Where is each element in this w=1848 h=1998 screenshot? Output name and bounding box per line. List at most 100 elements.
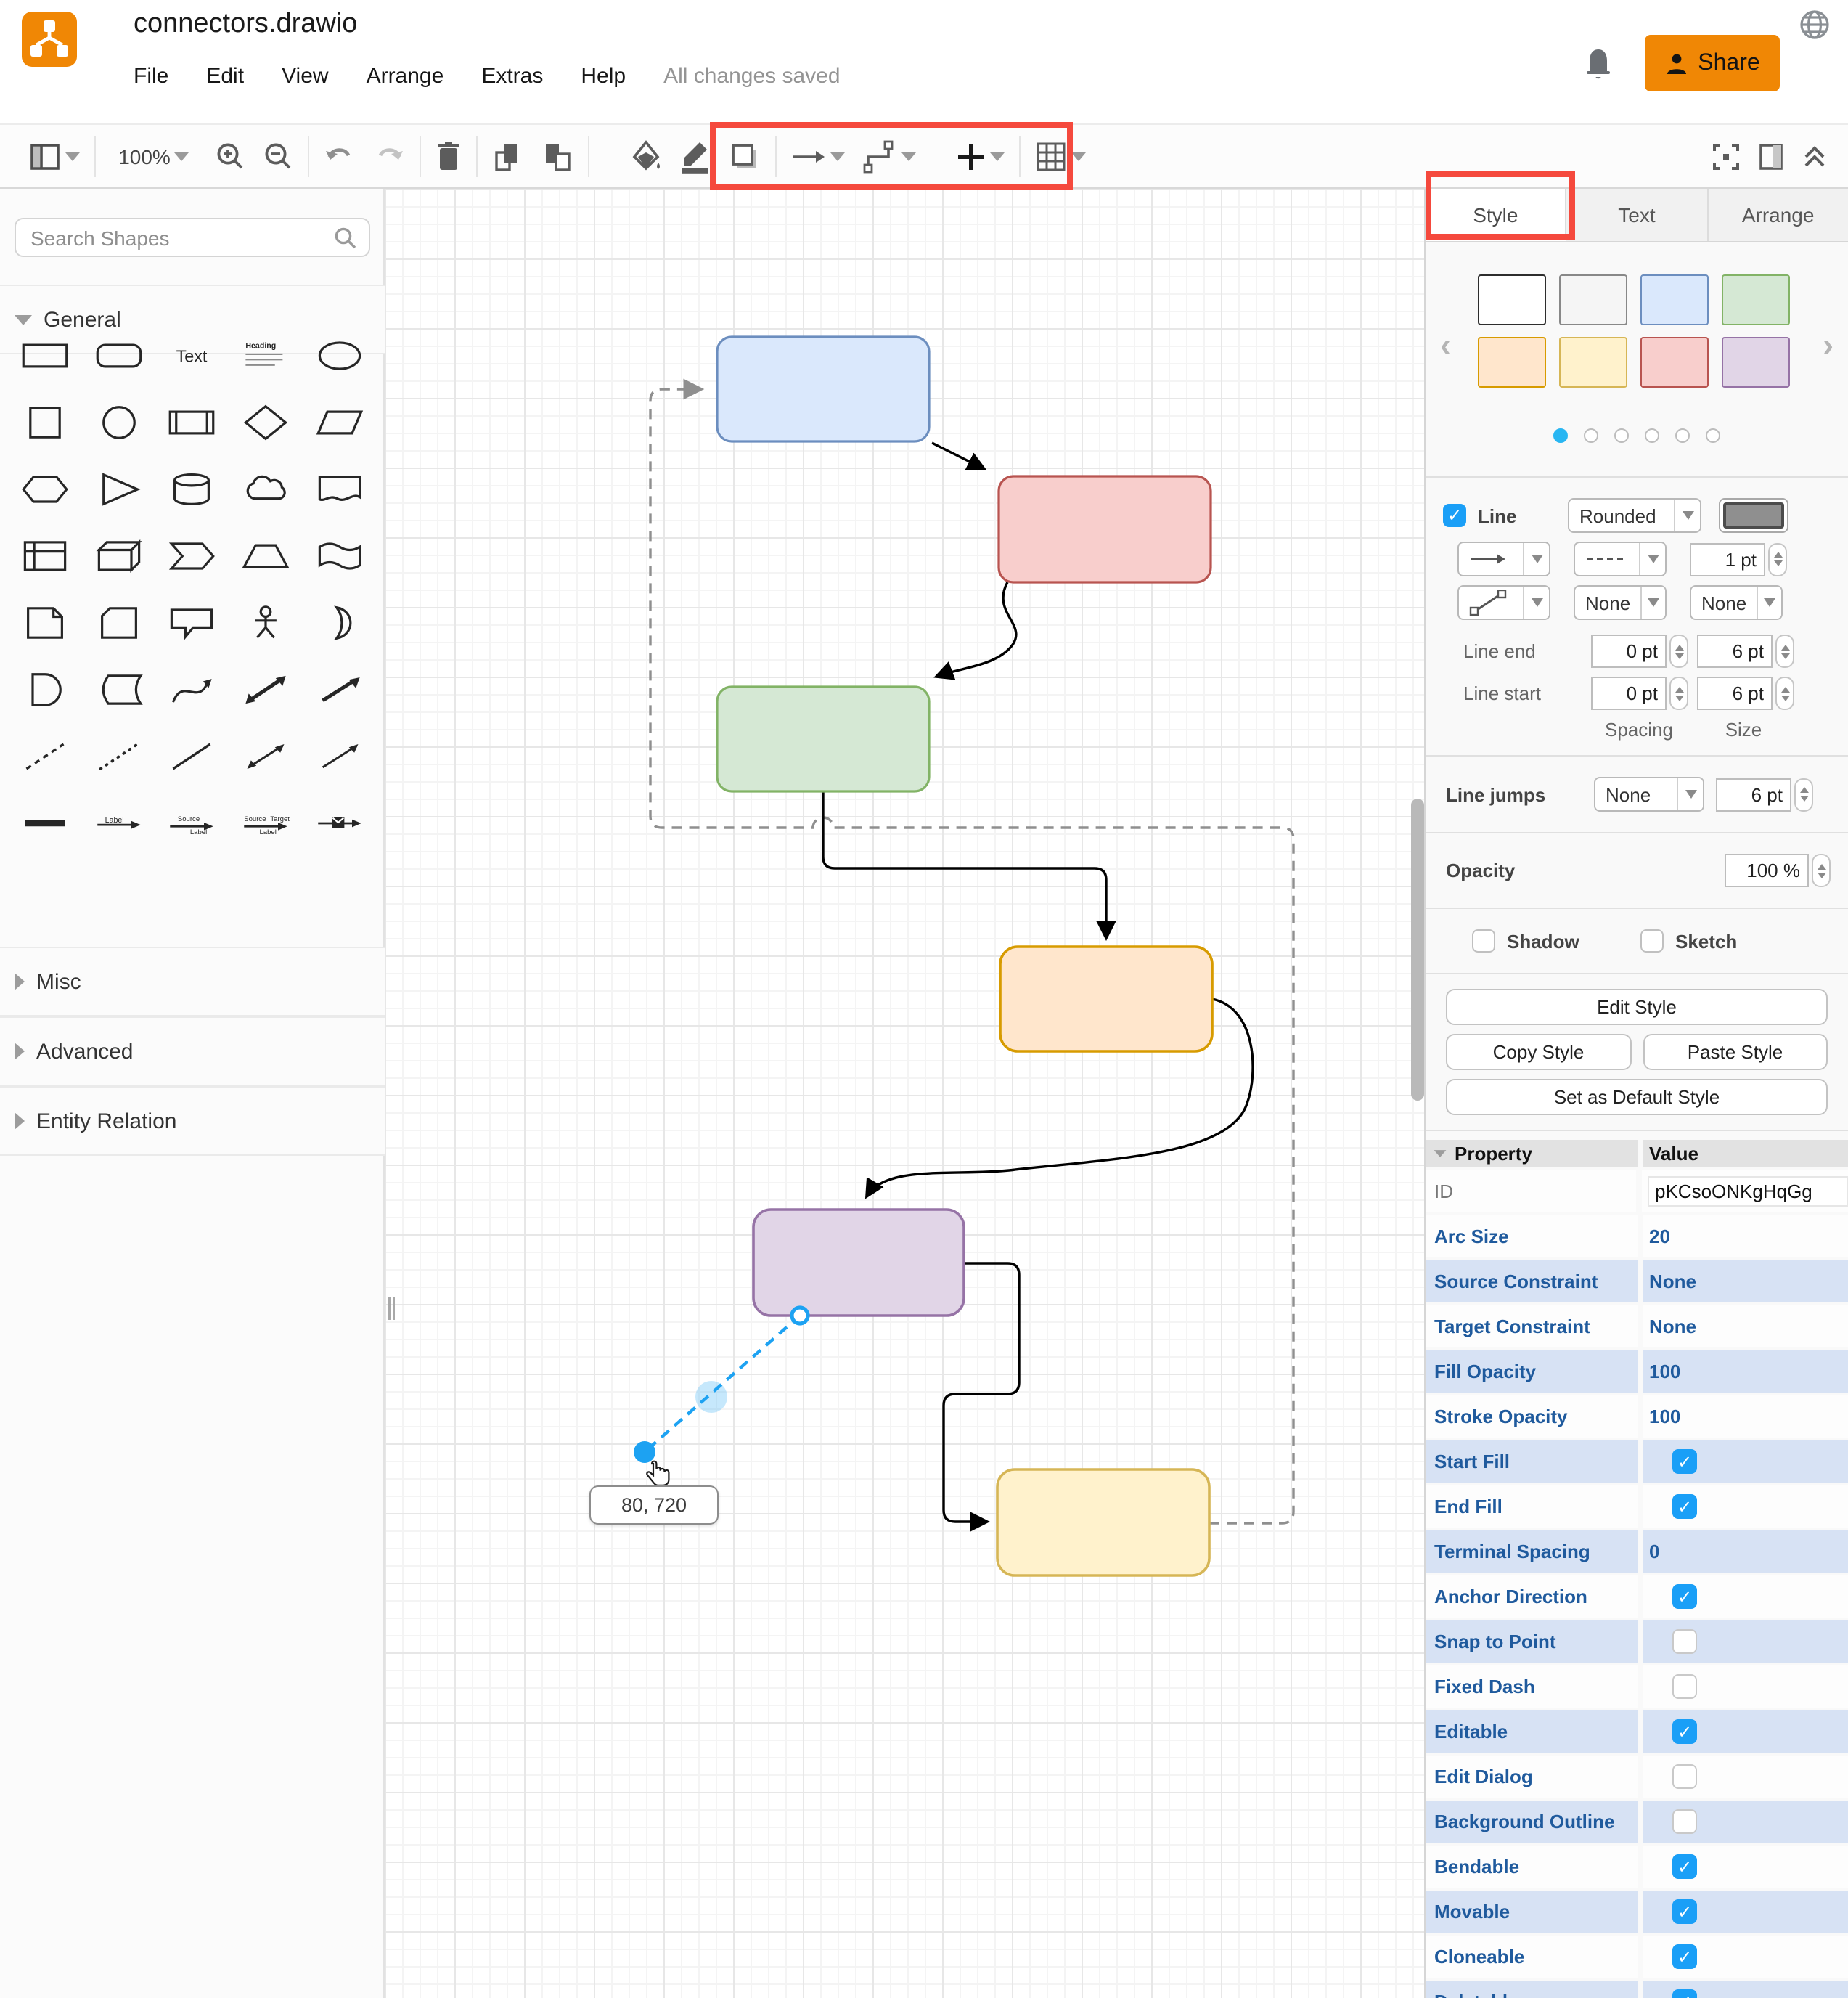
shape-document[interactable] (303, 456, 376, 523)
preset-page-dot-4[interactable] (1645, 428, 1659, 443)
shape-diamond[interactable] (229, 389, 303, 456)
style-preset-swatch-2-2[interactable] (1559, 337, 1627, 388)
shape-card[interactable] (82, 590, 155, 656)
property-value[interactable] (1643, 1756, 1848, 1798)
edge-green-to-orange[interactable] (822, 791, 1116, 942)
node-orange[interactable] (999, 945, 1214, 1053)
shape-label-arrow[interactable]: Label (82, 790, 155, 857)
property-checkbox[interactable]: ✓ (1672, 1899, 1697, 1924)
shape-arrow-with-box[interactable] (303, 790, 376, 857)
shape-search[interactable] (15, 218, 370, 257)
shape-source-target-arrow[interactable]: Source Label Target (229, 790, 303, 857)
property-value[interactable]: ✓ (1643, 1936, 1848, 1978)
line-start-spacing-field[interactable] (1591, 677, 1688, 710)
zoom-level-dropdown[interactable]: 100% (102, 133, 206, 179)
property-value[interactable]: ✓ (1643, 1440, 1848, 1483)
style-preset-swatch-1-4[interactable] (1722, 274, 1790, 325)
menu-view[interactable]: View (282, 64, 329, 89)
shape-cylinder[interactable] (155, 456, 229, 523)
sidebar-section-misc[interactable]: Misc (0, 947, 385, 1016)
shape-line[interactable] (155, 723, 229, 790)
line-start-style-dropdown[interactable]: None (1574, 585, 1667, 620)
property-value[interactable]: ✓ (1643, 1575, 1848, 1618)
shape-bidirectional-arrow[interactable] (229, 656, 303, 723)
menu-help[interactable]: Help (581, 64, 626, 89)
edit-style-button[interactable]: Edit Style (1446, 989, 1828, 1025)
view-panels-button[interactable] (20, 133, 89, 179)
property-value[interactable]: 100 (1643, 1395, 1848, 1438)
property-value[interactable]: pKCsoONKgHqGg (1642, 1170, 1848, 1212)
arrow-style-dropdown[interactable] (1457, 542, 1550, 576)
shape-curve[interactable] (155, 656, 229, 723)
shape-data-storage[interactable] (82, 656, 155, 723)
line-jumps-dropdown[interactable]: None (1594, 777, 1704, 812)
menu-arrange[interactable]: Arrange (367, 64, 444, 89)
canvas-vertical-scrollbar[interactable] (1411, 799, 1424, 1101)
shape-hexagon[interactable] (9, 456, 82, 523)
shape-text[interactable]: Text (155, 322, 229, 389)
shape-dashed-line[interactable] (9, 723, 82, 790)
line-end-style-dropdown[interactable]: None (1690, 585, 1783, 620)
language-globe-icon[interactable] (1797, 7, 1832, 42)
shape-textbox[interactable]: Heading (229, 322, 303, 389)
shape-actor[interactable] (229, 590, 303, 656)
property-checkbox[interactable]: ✓ (1672, 1449, 1697, 1474)
menu-edit[interactable]: Edit (206, 64, 244, 89)
shape-rounded-rectangle[interactable] (82, 322, 155, 389)
line-end-spacing-field[interactable] (1591, 635, 1688, 668)
shape-tape[interactable] (303, 523, 376, 590)
shape-bidirectional-connector[interactable] (229, 723, 303, 790)
shadow-checkbox[interactable] (1472, 929, 1495, 953)
shape-cloud[interactable] (229, 456, 303, 523)
node-blue[interactable] (716, 335, 931, 443)
stepper-icon[interactable] (1768, 542, 1787, 576)
property-checkbox[interactable]: ✓ (1672, 1989, 1697, 1998)
preset-page-dot-5[interactable] (1675, 428, 1690, 443)
line-start-size-field[interactable] (1697, 677, 1794, 710)
property-value[interactable]: None (1643, 1305, 1848, 1347)
node-green[interactable] (716, 685, 931, 793)
property-value[interactable]: 20 (1643, 1215, 1848, 1257)
stepper-icon[interactable] (1669, 635, 1688, 668)
style-preset-swatch-2-3[interactable] (1640, 337, 1709, 388)
style-preset-swatch-2-1[interactable] (1478, 337, 1546, 388)
fullscreen-button[interactable] (1703, 133, 1749, 179)
line-style-dropdown[interactable]: Rounded (1568, 498, 1701, 533)
property-value[interactable] (1643, 1801, 1848, 1843)
property-checkbox[interactable] (1672, 1809, 1697, 1834)
property-value[interactable] (1643, 1620, 1848, 1663)
property-checkbox[interactable] (1672, 1764, 1697, 1789)
fill-color-button[interactable] (621, 133, 671, 179)
sidebar-section-advanced[interactable]: Advanced (0, 1016, 385, 1086)
copy-style-button[interactable]: Copy Style (1446, 1034, 1631, 1070)
node-purple[interactable] (752, 1208, 965, 1317)
style-preset-swatch-1-1[interactable] (1478, 274, 1546, 325)
tab-arrange[interactable]: Arrange (1708, 189, 1848, 241)
zoom-out-button[interactable] (254, 133, 302, 179)
delete-button[interactable] (427, 133, 470, 179)
undo-button[interactable] (315, 133, 364, 179)
style-preset-swatch-1-2[interactable] (1559, 274, 1627, 325)
line-jumps-size-field[interactable] (1716, 778, 1813, 811)
to-back-button[interactable] (533, 133, 582, 179)
line-checkbox[interactable]: ✓ (1443, 504, 1466, 527)
property-checkbox[interactable] (1672, 1629, 1697, 1654)
property-value[interactable]: ✓ (1643, 1981, 1848, 1998)
preset-page-dot-3[interactable] (1614, 428, 1629, 443)
property-value[interactable]: ✓ (1643, 1846, 1848, 1888)
waypoints-dropdown[interactable] (1457, 585, 1550, 620)
stepper-icon[interactable] (1812, 854, 1831, 887)
stepper-icon[interactable] (1669, 677, 1688, 710)
shape-rectangle[interactable] (9, 322, 82, 389)
property-checkbox[interactable]: ✓ (1672, 1944, 1697, 1969)
property-checkbox[interactable]: ✓ (1672, 1719, 1697, 1744)
shape-trapezoid[interactable] (229, 523, 303, 590)
opacity-field[interactable] (1725, 854, 1831, 887)
preset-page-dot-1[interactable] (1553, 428, 1568, 443)
property-checkbox[interactable]: ✓ (1672, 1494, 1697, 1519)
line-color-swatch-button[interactable] (1719, 498, 1788, 533)
property-value[interactable]: None (1643, 1260, 1848, 1302)
shape-triangle[interactable] (82, 456, 155, 523)
node-red[interactable] (997, 475, 1212, 584)
sidebar-resize-handle[interactable] (385, 1284, 398, 1333)
